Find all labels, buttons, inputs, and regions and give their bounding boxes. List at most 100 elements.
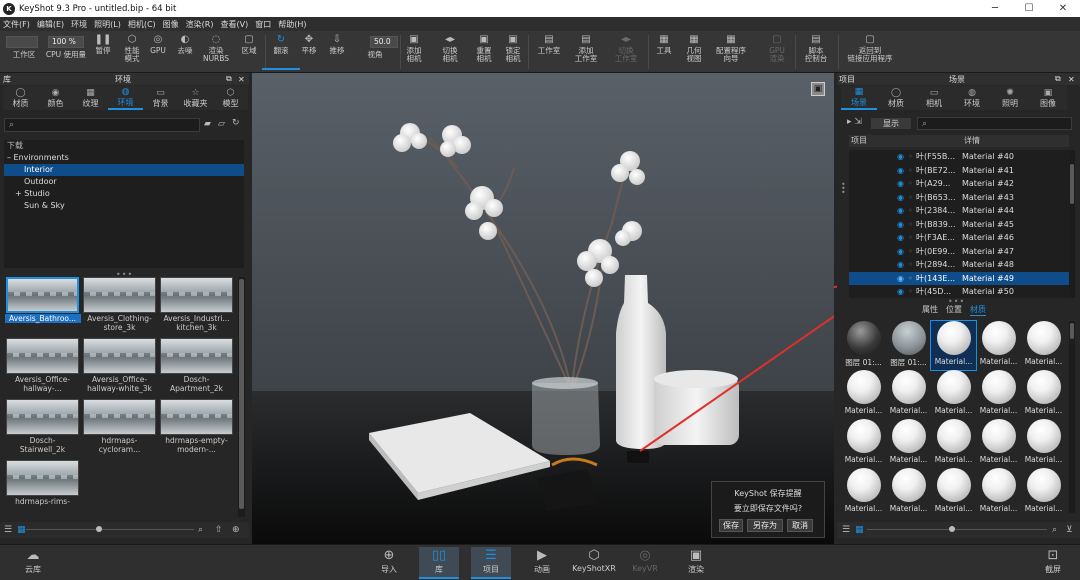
material-thumb[interactable]: Material... (1021, 321, 1066, 370)
library-scrollbar[interactable] (238, 277, 245, 517)
tab-materials[interactable]: ◯ 材质 (3, 86, 38, 110)
env-thumb[interactable]: Aversis_Industri... kitchen_3k (158, 277, 235, 338)
scrollbar-thumb[interactable] (1070, 164, 1074, 204)
project-button[interactable]: ☰ 项目 (471, 547, 511, 579)
slider-knob[interactable] (949, 526, 955, 532)
tree-item-outdoor[interactable]: Outdoor (4, 176, 244, 188)
tab-image[interactable]: ▣ 图像 (1029, 86, 1067, 110)
visibility-eye-icon[interactable]: ◉ (897, 220, 908, 229)
env-thumb[interactable]: Aversis_Office- hallway-... (4, 338, 81, 399)
screenshot-button[interactable]: ⊡ 截屏 (1033, 547, 1073, 579)
render-button[interactable]: ▣ 渲染 (676, 547, 716, 579)
slider-knob[interactable] (96, 526, 102, 532)
grid-view-icon[interactable]: ▦ (855, 525, 864, 535)
display-dropdown[interactable]: 显示 (871, 118, 911, 129)
visibility-eye-icon[interactable]: ◉ (897, 274, 908, 283)
refresh-icon[interactable]: ↻ (232, 118, 240, 128)
menu-help[interactable]: 帮助(H) (278, 19, 306, 30)
close-button[interactable]: ✕ (1046, 0, 1080, 17)
visibility-eye-icon[interactable]: ◉ (897, 260, 908, 269)
material-thumb[interactable]: Material... (931, 468, 976, 517)
tree-item-sun-sky[interactable]: Sun & Sky (4, 200, 244, 212)
material-thumb[interactable]: Material... (1021, 370, 1066, 419)
scene-row[interactable]: ◉ ◦ 叶(2384... Material #44 (849, 204, 1069, 218)
scene-row[interactable]: ◉ ◦ 叶(B653... Material #43 (849, 191, 1069, 205)
visibility-eye-icon[interactable]: ◉ (897, 166, 908, 175)
geometry-view-button[interactable]: ▦ 几何 视图 (675, 34, 713, 70)
material-thumb[interactable]: Material... (931, 370, 976, 419)
tab-textures[interactable]: ▦ 纹理 (73, 86, 108, 110)
dolly-button[interactable]: ⇩ 推移 (318, 34, 356, 70)
workspace-button[interactable]: 工作区 (5, 51, 43, 69)
scene-row[interactable]: ◉ ◦ 叶(0E99... Material #47 (849, 245, 1069, 259)
scene-scrollbar[interactable] (1069, 150, 1075, 298)
material-thumb[interactable]: Material... (841, 468, 886, 517)
scene-row-selected[interactable]: ◉ ◦ 叶(143E... Material #49 (849, 271, 1069, 285)
env-thumb[interactable]: hdrmaps-rims- storehouse-2_2K (4, 460, 81, 521)
cloud-library-button[interactable]: ☁ 云库 (13, 547, 53, 579)
close-panel-icon[interactable]: ✕ (1068, 75, 1075, 84)
material-thumb[interactable]: Material... (841, 419, 886, 468)
keyshotxr-button[interactable]: ⬡ KeyShotXR (568, 547, 620, 579)
scene-row[interactable]: ◉ ◦ 叶(BE72... Material #41 (849, 164, 1069, 178)
material-thumb[interactable]: 图层 01:... (841, 321, 886, 370)
tab-backgrounds[interactable]: ▭ 背景 (143, 86, 178, 110)
env-thumb[interactable]: hdrmaps- cycloram... (81, 399, 158, 460)
visibility-eye-icon[interactable]: ◉ (897, 193, 908, 202)
material-thumb[interactable]: Material... (976, 370, 1021, 419)
switch-studio-button[interactable]: ◂▸ 切换 工作室 (607, 34, 645, 70)
side-handle-icon[interactable]: • • • (841, 181, 846, 197)
scrollbar-thumb[interactable] (239, 279, 244, 509)
viewport-overlay-icon[interactable]: ▣ (811, 82, 825, 96)
scene-row[interactable]: ◉ ◦ 叶(F55B... Material #40 (849, 150, 1069, 164)
cpu-usage-button[interactable]: CPU 使用量 (42, 51, 90, 69)
scrollbar-thumb[interactable] (1070, 323, 1074, 339)
script-console-button[interactable]: ▤ 脚本 控制台 (797, 34, 835, 70)
filter-icon[interactable]: ⊻ (1066, 525, 1073, 535)
tab-camera[interactable]: ▭ 相机 (915, 86, 953, 110)
scene-row[interactable]: ◉ ◦ 叶(F3AE... Material #46 (849, 231, 1069, 245)
grid-view-icon[interactable]: ▦ (17, 525, 26, 535)
material-thumb[interactable]: Material... (1021, 419, 1066, 468)
add-icon[interactable]: ⊕ (232, 525, 240, 535)
visibility-eye-icon[interactable]: ◉ (897, 206, 908, 215)
menu-image[interactable]: 图像 (163, 19, 179, 30)
scene-row[interactable]: ◉ ◦ 叶(A29... Material #42 (849, 177, 1069, 191)
visibility-eye-icon[interactable]: ◉ (897, 247, 908, 256)
configurator-wizard-button[interactable]: ▦ 配置程序 向导 (709, 34, 753, 70)
material-thumb[interactable]: Material... (976, 419, 1021, 468)
material-thumb[interactable]: Material... (886, 468, 931, 517)
scene-search-input[interactable]: ⌕ (917, 117, 1072, 130)
cpu-usage-field[interactable]: 100 % (48, 36, 84, 48)
env-thumb[interactable]: Aversis_Clothing- store_3k (81, 277, 158, 338)
env-thumb[interactable]: hdrmaps-empty- modern-... (158, 399, 235, 460)
add-studio-button[interactable]: ▤ 添加 工作室 (567, 34, 605, 70)
tree-header[interactable]: 下载 (4, 140, 244, 152)
save-as-button[interactable]: 另存为 (747, 519, 783, 532)
subtab-properties[interactable]: 属性 (922, 304, 938, 316)
float-panel-icon[interactable]: ⧉ (226, 74, 232, 84)
menu-edit[interactable]: 编辑(E) (37, 19, 64, 30)
menu-file[interactable]: 文件(F) (3, 19, 30, 30)
tree-item-interior[interactable]: Interior (4, 164, 244, 176)
visibility-eye-icon[interactable]: ◉ (897, 179, 908, 188)
save-button[interactable]: 保存 (719, 519, 743, 532)
subtab-position[interactable]: 位置 (946, 304, 962, 316)
material-thumb[interactable]: Material... (1021, 468, 1066, 517)
keyvr-button[interactable]: ◎ KeyVR (625, 547, 665, 579)
fov-button[interactable]: 视角 (356, 51, 394, 69)
material-thumb[interactable]: Material... (931, 419, 976, 468)
tab-environment[interactable]: ◍ 环境 (953, 86, 991, 110)
material-thumb[interactable]: Material... (976, 321, 1021, 370)
menu-window[interactable]: 窗口 (255, 19, 271, 30)
search-icon[interactable]: ⌕ (1052, 525, 1057, 535)
tree-item-environments[interactable]: – Environments (4, 152, 244, 164)
menu-view[interactable]: 查看(V) (220, 19, 248, 30)
tab-colors[interactable]: ◉ 颜色 (38, 86, 73, 110)
material-thumb[interactable]: Material... (841, 370, 886, 419)
menu-environment[interactable]: 环境 (71, 19, 87, 30)
render-viewport[interactable]: ▣ (252, 73, 834, 544)
list-view-icon[interactable]: ☰ (842, 525, 850, 535)
menu-lighting[interactable]: 照明(L) (94, 19, 121, 30)
tab-favorites[interactable]: ☆ 收藏夹 (178, 86, 213, 110)
